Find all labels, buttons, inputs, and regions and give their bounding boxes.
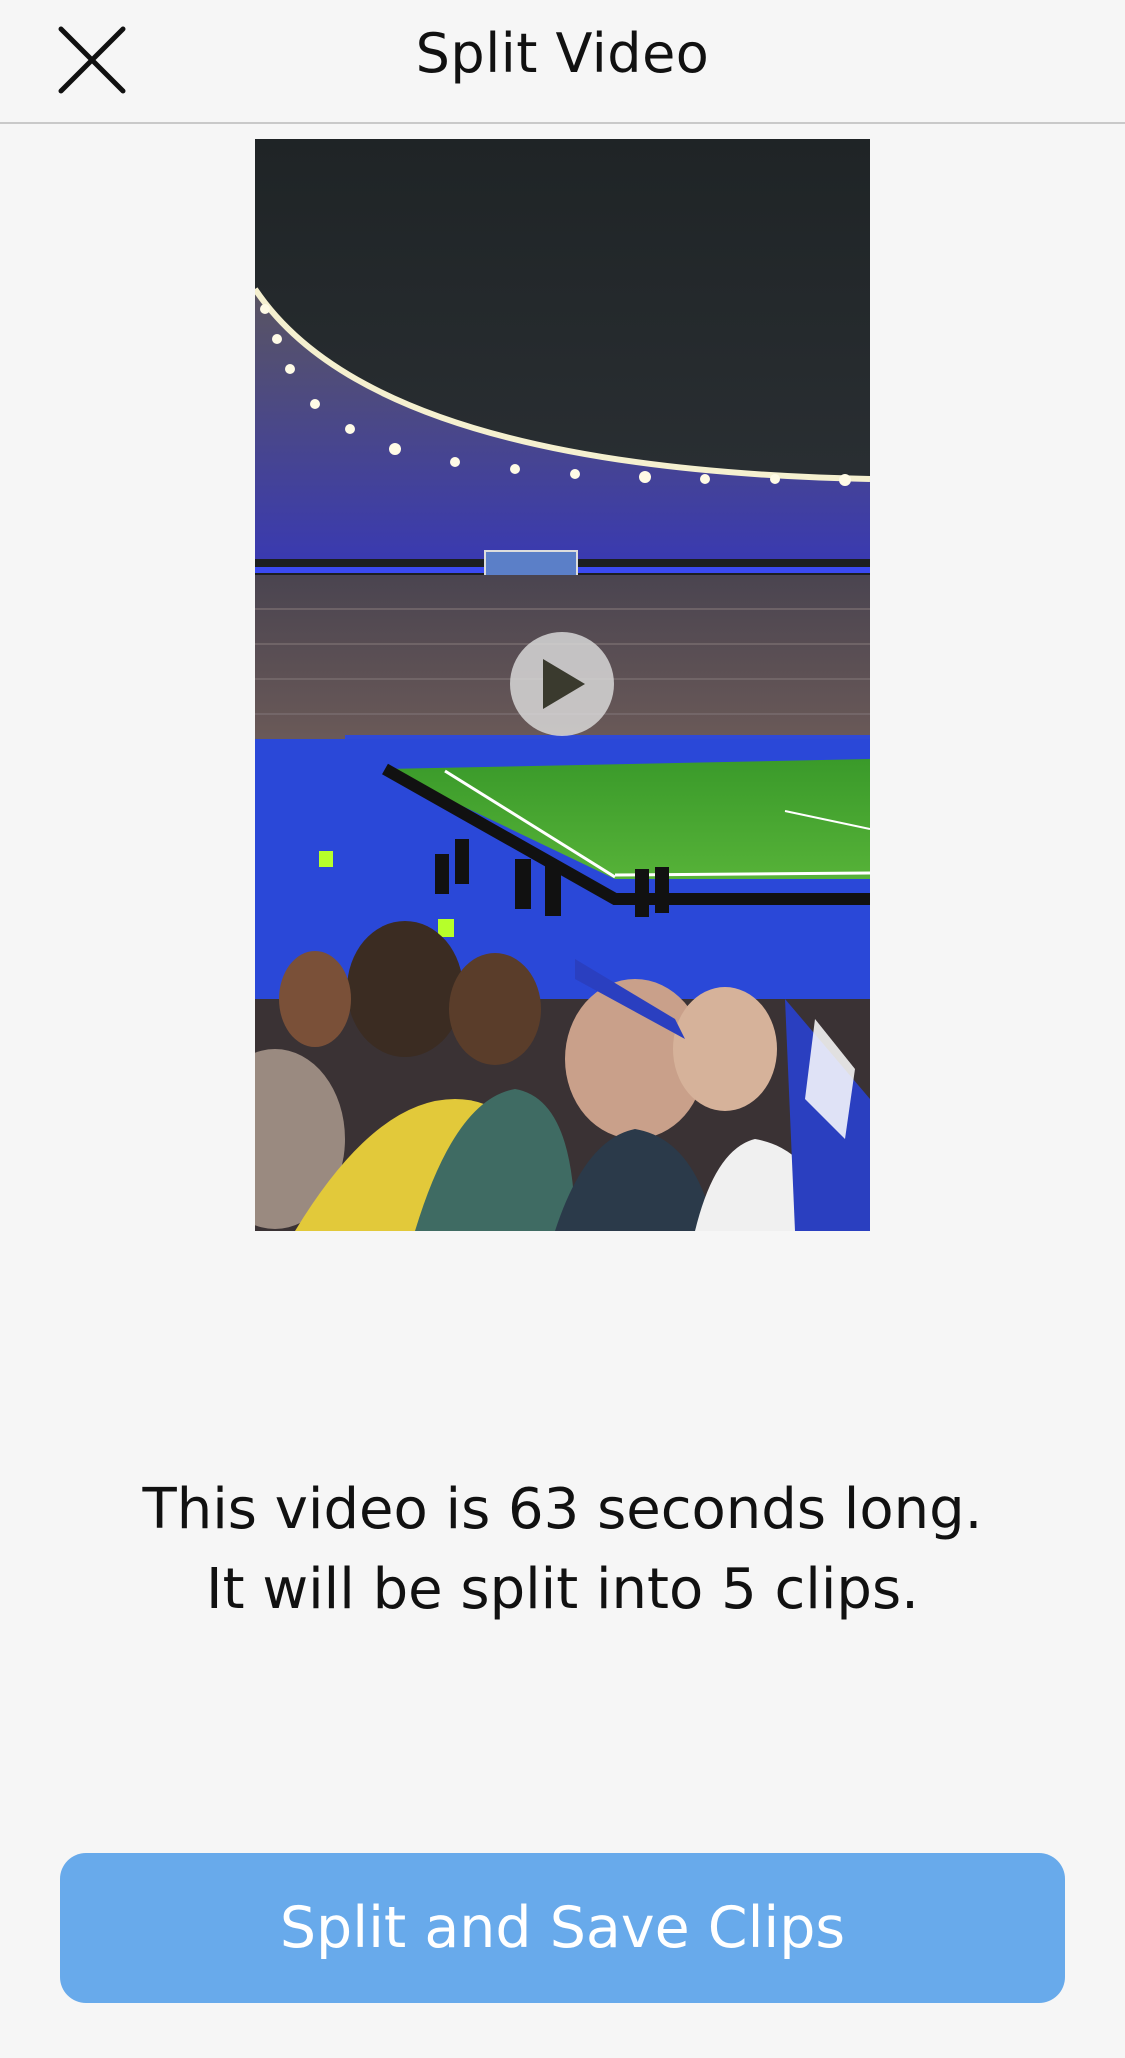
page-title: Split Video bbox=[415, 22, 710, 85]
duration-text: This video is 63 seconds long. bbox=[142, 1477, 983, 1542]
clips-count-text: It will be split into 5 clips. bbox=[206, 1557, 919, 1622]
navigation-bar: Split Video bbox=[0, 0, 1125, 124]
video-preview[interactable] bbox=[255, 139, 870, 1231]
play-button[interactable] bbox=[510, 632, 614, 736]
play-icon bbox=[543, 659, 585, 709]
split-and-save-button[interactable]: Split and Save Clips bbox=[60, 1853, 1065, 2003]
split-info: This video is 63 seconds long. It will b… bbox=[0, 1470, 1125, 1630]
split-and-save-label: Split and Save Clips bbox=[279, 1895, 846, 1961]
